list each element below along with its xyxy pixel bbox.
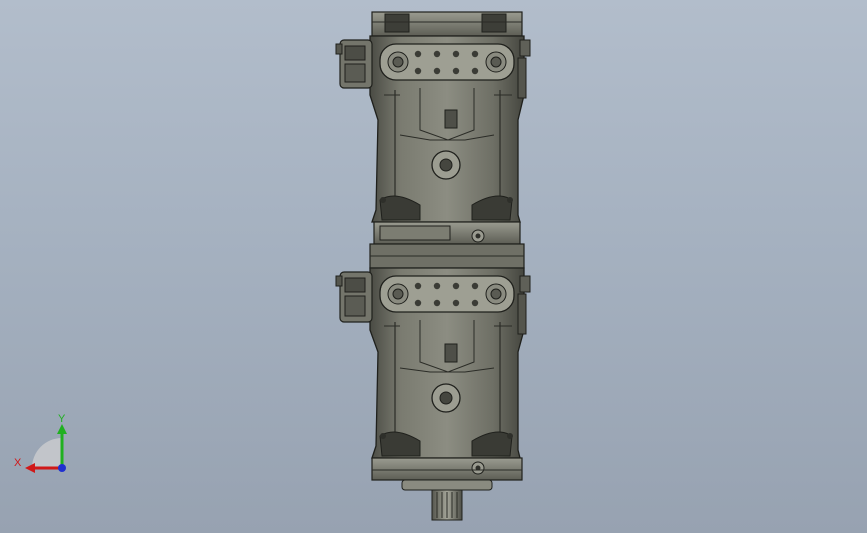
y-axis-label: Y (58, 413, 66, 425)
x-axis-label: X (14, 457, 22, 469)
z-axis-dot (58, 464, 66, 472)
upper-pump-section[interactable] (335, 11, 531, 223)
drive-shaft (401, 479, 493, 521)
mounting-flange (371, 457, 523, 481)
lower-pump-section[interactable] (335, 267, 531, 481)
graphics-viewport[interactable]: Y X (0, 0, 867, 533)
view-orientation-triad[interactable]: Y X (10, 408, 80, 483)
pump-assembly-model[interactable] (0, 0, 867, 533)
mid-adapter (369, 221, 525, 269)
triad-plane (32, 438, 62, 468)
